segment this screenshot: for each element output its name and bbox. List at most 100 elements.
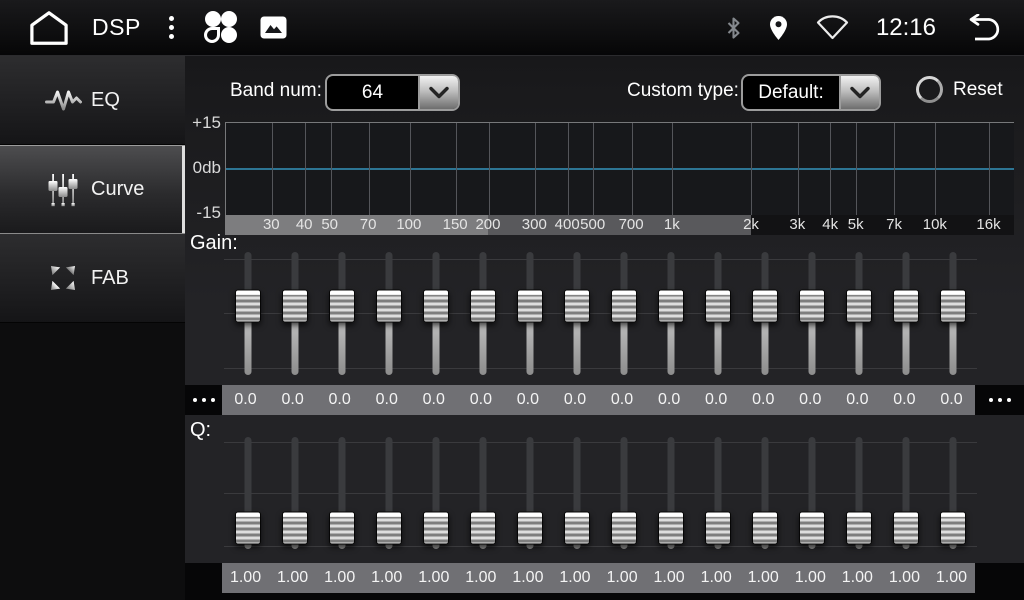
gain-slider[interactable] (836, 252, 883, 375)
sidebar-item-fab[interactable]: FAB (0, 234, 185, 323)
q-row-end-cap (975, 563, 1024, 593)
q-slider[interactable] (365, 437, 412, 549)
gain-slider[interactable] (506, 252, 553, 375)
slider-knob[interactable] (282, 290, 308, 323)
gain-slider[interactable] (601, 252, 648, 375)
apps-launcher-icon[interactable] (200, 8, 240, 48)
gain-more-left-button[interactable] (185, 385, 222, 415)
band-num-dropdown[interactable]: 64 (325, 74, 460, 111)
gain-slider[interactable] (365, 252, 412, 375)
slider-knob[interactable] (658, 290, 684, 323)
band-num-label: Band num: (230, 80, 322, 102)
gain-slider[interactable] (883, 252, 930, 375)
slider-knob[interactable] (799, 511, 825, 544)
slider-knob[interactable] (235, 511, 261, 544)
q-slider[interactable] (648, 437, 695, 549)
plot-gridline (632, 123, 633, 215)
gain-more-right-button[interactable] (975, 385, 1024, 415)
slider-knob[interactable] (705, 290, 731, 323)
sidebar-item-eq[interactable]: EQ (0, 56, 185, 145)
gain-slider[interactable] (648, 252, 695, 375)
home-icon[interactable] (26, 9, 72, 47)
q-slider[interactable] (930, 437, 977, 549)
gain-slider[interactable] (695, 252, 742, 375)
slider-knob[interactable] (893, 290, 919, 323)
custom-type-dropdown[interactable]: Default: (741, 74, 881, 111)
eq-curve-plot (225, 122, 1014, 215)
q-value-row: 1.001.001.001.001.001.001.001.001.001.00… (185, 563, 1024, 593)
slider-knob[interactable] (423, 290, 449, 323)
gain-slider[interactable] (412, 252, 459, 375)
q-slider[interactable] (789, 437, 836, 549)
gain-slider[interactable] (789, 252, 836, 375)
slider-knob[interactable] (564, 290, 590, 323)
frequency-tick-label: 3k (789, 215, 805, 235)
gallery-icon[interactable] (260, 16, 287, 39)
plot-gridline (305, 123, 306, 215)
chevron-down-icon[interactable] (839, 76, 879, 109)
slider-knob[interactable] (423, 511, 449, 544)
q-value: 1.00 (316, 563, 363, 593)
q-value: 1.00 (928, 563, 975, 593)
slider-knob[interactable] (658, 511, 684, 544)
slider-knob[interactable] (329, 290, 355, 323)
gain-slider[interactable] (318, 252, 365, 375)
slider-knob[interactable] (376, 290, 402, 323)
plot-gridline (369, 123, 370, 215)
gain-slider[interactable] (742, 252, 789, 375)
slider-knob[interactable] (564, 511, 590, 544)
back-arrow-icon[interactable] (962, 14, 1004, 42)
slider-knob[interactable] (376, 511, 402, 544)
gain-slider[interactable] (553, 252, 600, 375)
gain-slider[interactable] (271, 252, 318, 375)
q-slider[interactable] (224, 437, 271, 549)
gain-slider[interactable] (459, 252, 506, 375)
chevron-down-icon[interactable] (418, 76, 458, 109)
slider-knob[interactable] (470, 290, 496, 323)
q-slider[interactable] (506, 437, 553, 549)
gain-slider[interactable] (224, 252, 271, 375)
slider-knob[interactable] (470, 511, 496, 544)
y-axis-tick: 0db (185, 158, 221, 178)
slider-knob[interactable] (893, 511, 919, 544)
q-slider[interactable] (318, 437, 365, 549)
gain-value: 0.0 (693, 385, 740, 415)
q-slider[interactable] (553, 437, 600, 549)
slider-knob[interactable] (611, 511, 637, 544)
slider-knob[interactable] (799, 290, 825, 323)
frequency-tick-label: 300 (522, 215, 547, 235)
slider-knob[interactable] (611, 290, 637, 323)
slider-knob[interactable] (329, 511, 355, 544)
slider-knob[interactable] (846, 511, 872, 544)
slider-knob[interactable] (940, 290, 966, 323)
slider-knob[interactable] (705, 511, 731, 544)
slider-knob[interactable] (517, 511, 543, 544)
gain-value: 0.0 (410, 385, 457, 415)
frequency-tick-label: 500 (580, 215, 605, 235)
plot-gridline (272, 123, 273, 215)
sidebar-item-curve[interactable]: Curve (0, 145, 185, 234)
slider-knob[interactable] (235, 290, 261, 323)
q-slider[interactable] (695, 437, 742, 549)
q-slider[interactable] (459, 437, 506, 549)
slider-knob[interactable] (752, 511, 778, 544)
q-slider[interactable] (601, 437, 648, 549)
q-slider[interactable] (883, 437, 930, 549)
slider-knob[interactable] (940, 511, 966, 544)
plot-gridline (798, 123, 799, 215)
q-slider[interactable] (742, 437, 789, 549)
reset-button[interactable]: Reset (916, 76, 1003, 103)
gain-slider[interactable] (930, 252, 977, 375)
q-slider[interactable] (271, 437, 318, 549)
slider-knob[interactable] (846, 290, 872, 323)
q-slider[interactable] (836, 437, 883, 549)
custom-type-value: Default: (743, 76, 839, 109)
slider-knob[interactable] (282, 511, 308, 544)
slider-knob[interactable] (752, 290, 778, 323)
q-slider[interactable] (412, 437, 459, 549)
band-num-value: 64 (327, 76, 418, 109)
overflow-menu-icon[interactable] (165, 12, 178, 43)
slider-knob[interactable] (517, 290, 543, 323)
gain-slider-bank (224, 252, 977, 375)
frequency-tick-label: 400 (555, 215, 580, 235)
